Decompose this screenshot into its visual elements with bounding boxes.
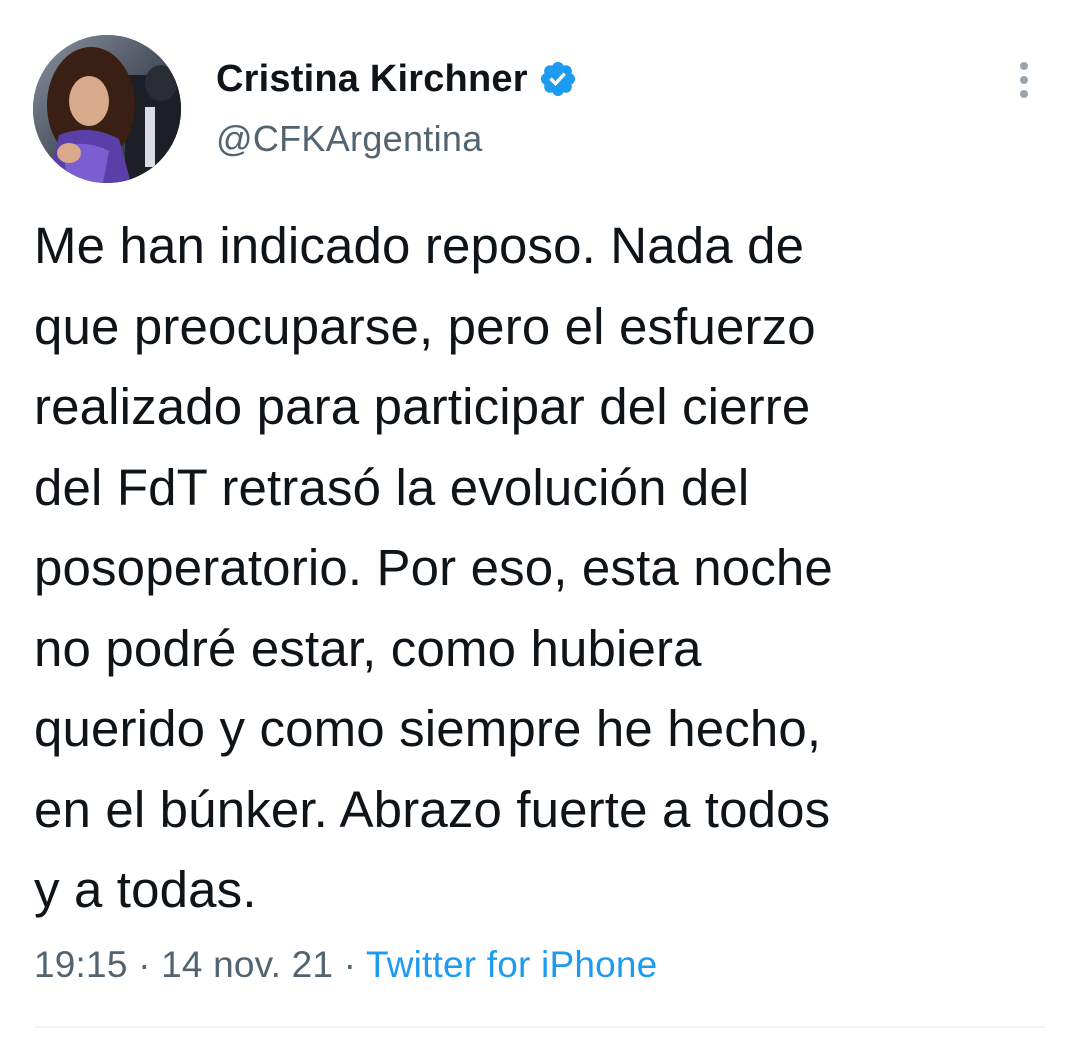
display-name[interactable]: Cristina Kirchner: [216, 58, 528, 101]
tweet-text-line: no podré estar, como hubiera: [34, 619, 702, 677]
more-vertical-icon: [1020, 62, 1028, 98]
verified-badge-icon: [538, 59, 578, 99]
meta-separator: ·: [333, 944, 366, 985]
tweet-meta: 19:15 · 14 nov. 21 · Twitter for iPhone: [34, 944, 657, 986]
avatar[interactable]: [33, 35, 181, 183]
tweet-time[interactable]: 19:15: [34, 944, 128, 985]
profile-photo-icon: [33, 35, 181, 183]
tweet-text-line: del FdT retrasó la evolución del: [34, 458, 750, 516]
tweet-text-line: querido y como siempre he hecho,: [34, 700, 822, 757]
meta-separator: ·: [127, 944, 162, 985]
divider: [34, 1026, 1046, 1028]
tweet: Cristina Kirchner @CFKArgentina Me han i…: [0, 0, 1080, 1038]
tweet-date[interactable]: 14 nov. 21: [161, 944, 333, 985]
tweet-text-line: posoperatorio. Por eso, esta noche: [34, 539, 833, 596]
user-handle[interactable]: @CFKArgentina: [216, 118, 483, 160]
more-options-button[interactable]: [1004, 58, 1044, 102]
tweet-text-line: en el búnker. Abrazo fuerte a todos: [34, 780, 831, 838]
tweet-text: Me han indicado reposo. Nada de que preo…: [34, 206, 1054, 931]
author-row: Cristina Kirchner: [216, 54, 578, 104]
tweet-text-line: y a todas.: [34, 861, 257, 918]
tweet-text-line: Me han indicado reposo. Nada de: [34, 217, 805, 274]
tweet-source-link[interactable]: Twitter for iPhone: [366, 944, 658, 985]
tweet-text-line: que preocuparse, pero el esfuerzo: [34, 297, 816, 355]
tweet-text-line: realizado para participar del cierre: [34, 378, 811, 435]
